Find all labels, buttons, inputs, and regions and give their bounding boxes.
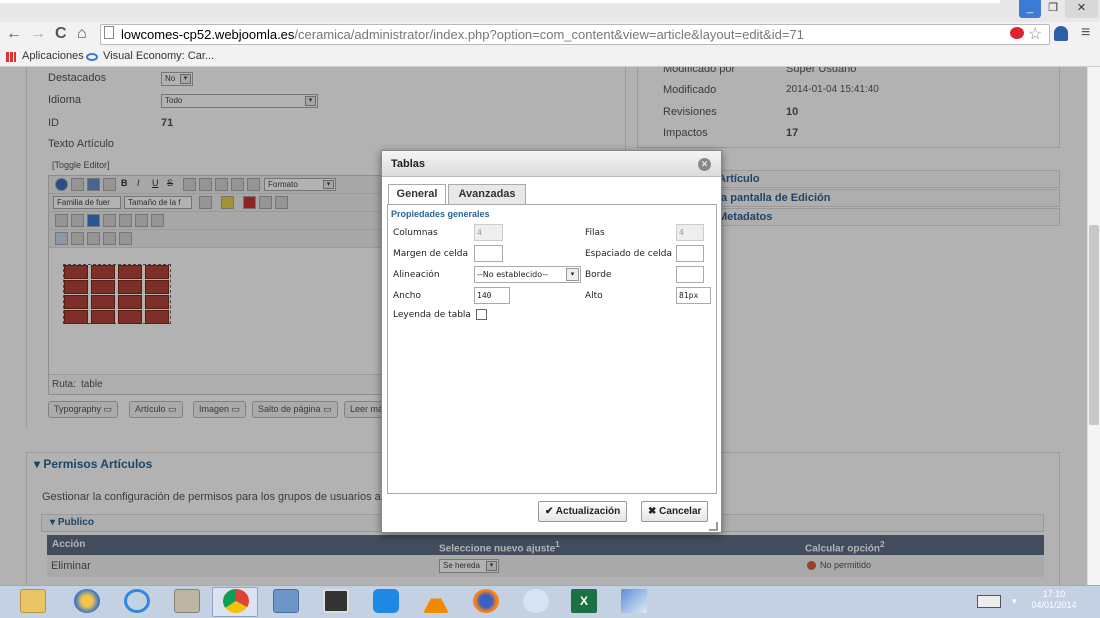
margen-celda-input[interactable]	[474, 245, 503, 262]
espaciado-celda-label: Espaciado de celda	[585, 249, 672, 259]
page-icon	[104, 26, 114, 39]
alto-value: 81px	[679, 291, 699, 300]
update-button[interactable]: ✔ Actualización	[538, 501, 628, 522]
columnas-input[interactable]: 4	[474, 224, 503, 241]
address-bar[interactable]: lowcomes-cp52.webjoomla.es/ceramica/admi…	[100, 24, 1050, 45]
clock-time: 17:10	[1042, 589, 1066, 599]
dialog-title: Tablas	[391, 158, 426, 170]
internet-explorer-icon[interactable]	[124, 589, 150, 613]
app-icon[interactable]	[174, 589, 200, 613]
filas-label: Filas	[585, 228, 605, 238]
profile-icon[interactable]	[1054, 26, 1068, 41]
movie-maker-icon[interactable]	[323, 589, 349, 613]
apps-bookmark[interactable]: Aplicaciones	[22, 47, 84, 66]
filas-input[interactable]: 4	[676, 224, 704, 241]
back-button[interactable]: ←	[6, 25, 22, 43]
ancho-value: 140	[477, 291, 492, 300]
check-icon: ✔	[545, 506, 556, 517]
filas-value: 4	[679, 228, 684, 237]
media-player-icon[interactable]	[74, 589, 100, 613]
bookmarks-bar: Aplicaciones Visual Economy: Car...	[0, 47, 1100, 67]
star-icon[interactable]: ☆	[1028, 24, 1042, 44]
close-window-button[interactable]: ✕	[1065, 0, 1098, 18]
general-tab-panel: Propiedades generales Columnas 4 Filas 4…	[387, 204, 717, 494]
chevron-down-icon: ▾	[566, 268, 579, 281]
borde-label: Borde	[585, 270, 612, 280]
bookmark-visual-economy[interactable]: Visual Economy: Car...	[103, 47, 214, 66]
ancho-label: Ancho	[393, 291, 422, 301]
cancel-label: Cancelar	[659, 506, 702, 517]
tab-general-label: General	[396, 188, 438, 200]
tab-strip	[0, 0, 1000, 3]
menu-icon[interactable]: ≡	[1081, 24, 1090, 42]
file-explorer-icon[interactable]	[20, 589, 46, 613]
paint-icon[interactable]	[523, 589, 549, 613]
tab-advanced[interactable]: Avanzadas	[448, 184, 526, 204]
window-titlebar	[0, 0, 1100, 22]
tray-chevron-icon[interactable]: ▾	[1012, 596, 1017, 607]
espaciado-celda-input[interactable]	[676, 245, 704, 262]
notepad-icon[interactable]	[621, 589, 647, 613]
borde-input[interactable]	[676, 266, 704, 283]
keyboard-icon[interactable]	[977, 595, 1001, 608]
browser-toolbar: ← → C ⌂ lowcomes-cp52.webjoomla.es/ceram…	[0, 22, 1100, 47]
scrollbar-thumb[interactable]	[1089, 225, 1099, 425]
close-icon[interactable]: ✕	[698, 158, 711, 171]
tab-advanced-label: Avanzadas	[458, 188, 516, 200]
firefox-icon[interactable]	[473, 589, 499, 613]
calculator-icon[interactable]	[273, 589, 299, 613]
taskbar	[0, 585, 1100, 618]
home-button[interactable]: ⌂	[77, 25, 87, 43]
reload-button[interactable]: C	[55, 25, 67, 43]
alto-label: Alto	[585, 291, 603, 301]
dialog-header[interactable]: Tablas	[382, 151, 721, 177]
tables-dialog: Tablas ✕ General Avanzadas Propiedades g…	[381, 150, 722, 533]
alto-input[interactable]: 81px	[676, 287, 711, 304]
alineacion-select[interactable]: --No establecido-- ▾	[474, 266, 581, 283]
margen-celda-label: Margen de celda	[393, 249, 468, 259]
columnas-value: 4	[477, 228, 482, 237]
apps-icon[interactable]	[6, 52, 16, 62]
minimize-button[interactable]: _	[1019, 0, 1041, 18]
alineacion-label: Alineación	[393, 270, 440, 280]
section-title: Propiedades generales	[391, 209, 490, 219]
update-label: Actualización	[555, 506, 621, 517]
columnas-label: Columnas	[393, 228, 438, 238]
resize-handle-icon[interactable]	[709, 522, 718, 531]
cancel-button[interactable]: ✖ Cancelar	[641, 501, 709, 522]
leyenda-checkbox[interactable]	[476, 309, 487, 320]
tab-general[interactable]: General	[388, 184, 446, 205]
url-path: /ceramica/administrator/index.php?option…	[294, 27, 804, 42]
chrome-icon[interactable]	[223, 589, 249, 613]
ancho-input[interactable]: 140	[474, 287, 510, 304]
url-host: lowcomes-cp52.webjoomla.es	[121, 27, 295, 42]
close-x-icon: ✖	[648, 506, 660, 517]
forward-button[interactable]: →	[30, 25, 46, 43]
restore-button[interactable]: ❐	[1042, 0, 1064, 18]
bookmark-favicon	[86, 53, 98, 61]
extension-icon[interactable]	[1010, 27, 1024, 39]
clock-date: 04/01/2014	[1031, 600, 1077, 610]
leyenda-label: Leyenda de tabla	[393, 310, 471, 320]
taskbar-clock[interactable]: 17:10 04/01/2014	[1026, 589, 1082, 611]
excel-icon[interactable]: X	[571, 589, 597, 613]
teamviewer-icon[interactable]	[373, 589, 399, 613]
alineacion-value: --No establecido--	[477, 270, 549, 279]
